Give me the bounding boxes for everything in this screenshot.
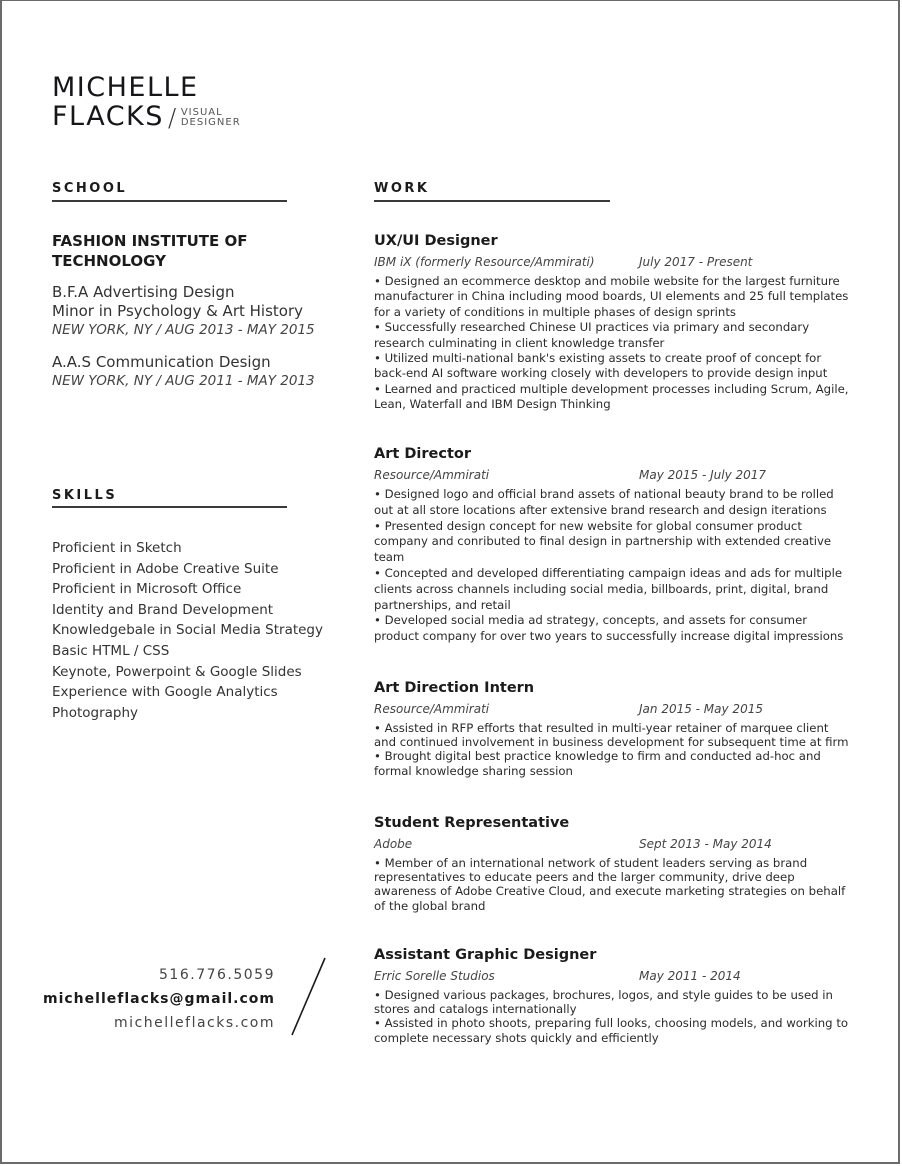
skill-item: Proficient in Sketch (52, 540, 182, 556)
school-heading-rule (52, 200, 287, 202)
job-entry: Art Director Resource/Ammirati May 2015 … (374, 444, 854, 645)
job-bullets: • Designed various packages, brochures, … (374, 988, 854, 1045)
role-line2: DESIGNER (180, 117, 241, 128)
contact-divider-slash (291, 957, 326, 1036)
job-bullets: • Designed an ecommerce desktop and mobi… (374, 274, 854, 413)
skill-item: Proficient in Microsoft Office (52, 581, 242, 598)
degree-title: B.F.A Advertising Design (52, 283, 235, 301)
work-heading-rule (374, 200, 610, 202)
first-name: MICHELLE (52, 72, 199, 103)
skill-item: Photography (52, 704, 139, 721)
job-bullet: • Assisted in photo shoots, preparing fu… (374, 1016, 849, 1045)
degree-location-dates: NEW YORK, NY / AUG 2011 - MAY 2013 (52, 373, 315, 389)
job-bullet: • Concepted and developed differentiatin… (374, 565, 843, 612)
school-institution: FASHION INSTITUTE OF TECHNOLOGY (52, 231, 247, 271)
job-bullets: • Assisted in RFP efforts that resulted … (374, 721, 854, 778)
school-heading: SCHOOL (52, 181, 128, 196)
last-name: FLACKS (52, 101, 164, 132)
degree-aas: A.A.S Communication Design NEW YORK, NY … (52, 353, 315, 391)
job-dates: Sept 2013 - May 2014 (639, 837, 772, 851)
job-company: Resource/Ammirati (374, 468, 490, 482)
job-company: IBM iX (formerly Resource/Ammirati) (374, 255, 595, 269)
job-title: Student Representative (374, 815, 570, 831)
degree-bfa: B.F.A Advertising Design Minor in Psycho… (52, 283, 315, 340)
job-bullet: • Assisted in RFP efforts that resulted … (374, 721, 849, 750)
website-link[interactable]: michelleflacks.com (43, 1011, 275, 1035)
institution-line2: TECHNOLOGY (52, 252, 166, 270)
job-dates: Jan 2015 - May 2015 (639, 702, 763, 716)
resume-page: MICHELLE FLACKS / VISUAL DESIGNER SCHOOL… (0, 0, 900, 1164)
job-bullet: • Presented design concept for new websi… (374, 518, 832, 565)
job-bullet: • Designed an ecommerce desktop and mobi… (374, 274, 849, 319)
skill-item: Basic HTML / CSS (52, 642, 170, 659)
skill-item: Proficient in Adobe Creative Suite (52, 560, 279, 577)
job-entry: Assistant Graphic Designer Erric Sorelle… (374, 945, 854, 1045)
degree-title: A.A.S Communication Design (52, 353, 271, 371)
job-bullet: • Successfully researched Chinese UI pra… (374, 320, 810, 350)
degree-location-dates: NEW YORK, NY / AUG 2013 - MAY 2015 (52, 322, 315, 338)
skill-item: Keynote, Powerpoint & Google Slides (52, 663, 302, 680)
work-heading: WORK (374, 181, 430, 196)
job-bullet: • Member of an international network of … (374, 856, 846, 913)
job-bullet: • Utilized multi-national bank's existin… (374, 351, 828, 381)
institution-line1: FASHION INSTITUTE OF (52, 232, 248, 250)
job-company: Resource/Ammirati (374, 702, 490, 716)
job-title: Art Direction Intern (374, 680, 535, 696)
job-bullet: • Brought digital best practice knowledg… (374, 749, 821, 778)
job-entry: Student Representative Adobe Sept 2013 -… (374, 813, 854, 913)
job-bullet: • Developed social media ad strategy, co… (374, 613, 844, 644)
contact-block: 516.776.5059 michelleflacks@gmail.com mi… (43, 963, 275, 1035)
job-bullet: • Designed logo and official brand asset… (374, 487, 834, 517)
resume-header: MICHELLE FLACKS / VISUAL DESIGNER (52, 72, 241, 132)
job-bullets: • Designed logo and official brand asset… (374, 487, 854, 645)
job-bullet: • Designed various packages, brochures, … (374, 988, 833, 1017)
skill-item: Experience with Google Analytics (52, 684, 278, 701)
job-bullet: • Learned and practiced multiple develop… (374, 381, 849, 412)
job-role: VISUAL DESIGNER (181, 108, 241, 128)
job-title: UX/UI Designer (374, 233, 498, 249)
job-company: Erric Sorelle Studios (374, 969, 495, 983)
job-dates: May 2011 - 2014 (639, 969, 741, 983)
degree-minor: Minor in Psychology & Art History (52, 302, 303, 320)
job-dates: May 2015 - July 2017 (639, 468, 767, 482)
name-divider-slash: / (167, 103, 178, 132)
job-company: Adobe (374, 837, 413, 851)
phone-number[interactable]: 516.776.5059 (43, 963, 275, 987)
job-entry: UX/UI Designer IBM iX (formerly Resource… (374, 231, 854, 413)
skill-item: Identity and Brand Development (52, 601, 274, 618)
job-dates: July 2017 - Present (639, 255, 753, 269)
skills-heading-rule (52, 506, 287, 508)
email-link[interactable]: michelleflacks@gmail.com (43, 987, 275, 1011)
skills-heading: SKILLS (52, 488, 118, 503)
skill-item: Knowledgebale in Social Media Strategy (52, 622, 323, 639)
job-title: Art Director (374, 446, 471, 462)
job-title: Assistant Graphic Designer (374, 947, 597, 963)
skills-list: Proficient in Sketch Proficient in Adobe… (52, 538, 323, 723)
job-entry: Art Direction Intern Resource/Ammirati J… (374, 678, 854, 778)
job-bullets: • Member of an international network of … (374, 856, 854, 913)
